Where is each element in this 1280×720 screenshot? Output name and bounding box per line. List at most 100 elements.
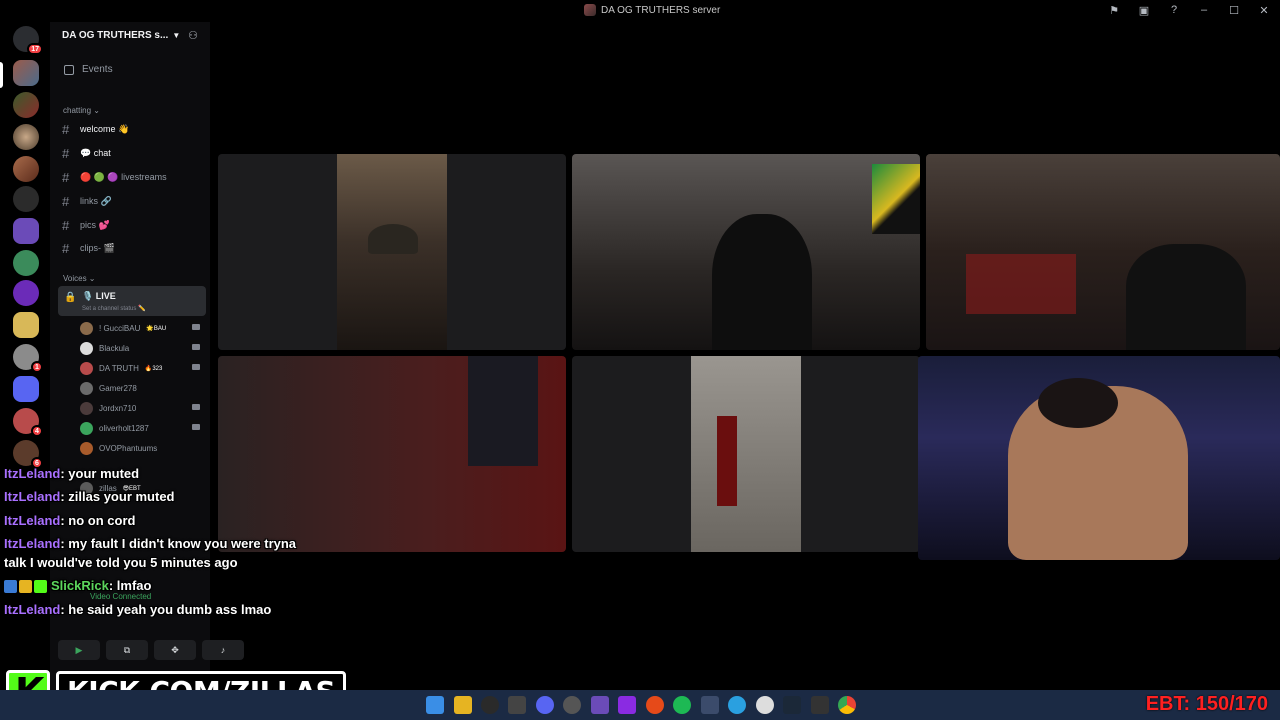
voice-user-name: OVOPhantuums	[99, 443, 158, 453]
windows-taskbar	[0, 690, 1280, 720]
category-chatting[interactable]: chatting ⌄	[63, 106, 100, 115]
lock-icon: 🔒	[64, 292, 77, 303]
channel-chat[interactable]: # 💬 chat	[62, 146, 111, 161]
camera-button[interactable]: ▶	[58, 640, 100, 660]
server-icon	[584, 4, 596, 16]
server-icon-current[interactable]	[13, 60, 39, 86]
voice-user[interactable]: ! GucciBAU 🌟BAU	[80, 320, 200, 336]
server-icon[interactable]: 6	[13, 440, 43, 469]
app-icon[interactable]	[481, 696, 499, 714]
voice-user[interactable]: Gamer278	[80, 380, 200, 396]
server-icon[interactable]	[13, 218, 39, 244]
channel-label: clips- 🎬	[80, 243, 115, 253]
server-icon[interactable]	[13, 92, 39, 118]
app-icon[interactable]	[591, 696, 609, 714]
app-icon[interactable]	[646, 696, 664, 714]
chat-text: lmfao	[116, 578, 152, 593]
voice-connection-panel: Video Connected ▶ ⧉ ✥ ♪	[58, 582, 244, 668]
selected-server-pill	[0, 62, 3, 88]
spotify-icon[interactable]	[673, 696, 691, 714]
avatar	[80, 401, 93, 415]
channel-label: links 🔗	[80, 196, 112, 206]
category-label: chatting	[63, 106, 92, 115]
video-tile[interactable]	[218, 154, 566, 350]
chat-message: ItzLeland: my fault I didn't know you we…	[4, 536, 297, 551]
server-icon[interactable]	[13, 280, 39, 306]
voice-user[interactable]: DA TRUTH 🔥323	[80, 360, 200, 376]
events-item[interactable]: Events	[64, 64, 113, 75]
channel-welcome[interactable]: # welcome 👋	[62, 122, 129, 137]
chat-text: talk I would've told you 5 minutes ago	[4, 555, 238, 570]
avatar	[80, 381, 93, 395]
category-voices[interactable]: Voices ⌄	[63, 274, 96, 283]
chrome-icon[interactable]	[838, 696, 856, 714]
voice-user[interactable]: Blackula	[80, 340, 200, 356]
start-icon[interactable]	[426, 696, 444, 714]
voice-user[interactable]: oliverholt1287	[80, 420, 200, 436]
minimize-button[interactable]: –	[1196, 2, 1212, 18]
server-icon[interactable]: 4	[13, 408, 43, 437]
window-title: DA OG TRUTHERS server	[584, 4, 720, 16]
server-icon[interactable]	[13, 312, 39, 338]
channel-pics[interactable]: # pics 💕	[62, 218, 110, 233]
inbox-icon[interactable]: ⚑	[1106, 2, 1122, 18]
chat-message: ItzLeland: no on cord	[4, 513, 136, 528]
channel-livestreams[interactable]: # 🔴 🟢 🟣 livestreams	[62, 170, 167, 185]
voice-user[interactable]: Jordxn710	[80, 400, 200, 416]
chat-username: ItzLeland	[4, 489, 61, 504]
folder-icon[interactable]	[13, 376, 39, 402]
app-icon[interactable]	[563, 696, 581, 714]
voice-channel-live[interactable]: 🔒 🎙️ LIVE Set a channel status ✏️	[58, 286, 206, 316]
server-icon[interactable]	[13, 186, 39, 212]
avatar	[80, 361, 93, 375]
server-icon[interactable]	[13, 124, 39, 150]
soundboard-button[interactable]: ♪	[202, 640, 244, 660]
channel-clips[interactable]: # clips- 🎬	[62, 241, 115, 256]
app-icon[interactable]	[508, 696, 526, 714]
app-icon[interactable]	[701, 696, 719, 714]
server-icon[interactable]	[13, 156, 39, 182]
screen-share-button[interactable]: ⧉	[106, 640, 148, 660]
camera-icon	[192, 324, 200, 330]
help-icon[interactable]: ?	[1166, 2, 1182, 18]
hash-icon: #	[62, 170, 70, 185]
app-icon[interactable]	[756, 696, 774, 714]
video-tile[interactable]	[572, 356, 920, 552]
video-tile[interactable]	[926, 154, 1280, 350]
chat-username: SlickRick	[51, 578, 109, 593]
chat-message: talk I would've told you 5 minutes ago	[4, 555, 238, 570]
chat-username: ItzLeland	[4, 536, 61, 551]
close-button[interactable]: ✕	[1256, 2, 1272, 18]
screen-icon[interactable]: ▣	[1136, 2, 1152, 18]
server-icon[interactable]	[13, 250, 39, 276]
video-feed	[468, 356, 538, 466]
voice-user[interactable]: OVOPhantuums	[80, 440, 200, 456]
voice-channel-status[interactable]: Set a channel status ✏️	[82, 305, 146, 312]
voice-user-tag: 🌟BAU	[146, 325, 167, 332]
video-feed	[1038, 378, 1118, 428]
add-member-icon[interactable]: ⚇	[188, 29, 198, 42]
app-icon[interactable]	[728, 696, 746, 714]
video-feed	[712, 214, 812, 350]
server-header[interactable]: DA OG TRUTHERS s... ▼ ⚇	[50, 22, 210, 48]
discord-icon[interactable]	[536, 696, 554, 714]
app-icon[interactable]	[618, 696, 636, 714]
direct-messages-icon[interactable]: 17	[13, 26, 43, 55]
file-explorer-icon[interactable]	[454, 696, 472, 714]
video-tile[interactable]	[218, 356, 566, 552]
steam-icon[interactable]	[783, 696, 801, 714]
video-feed	[368, 224, 418, 254]
server-icon[interactable]: 1	[13, 344, 43, 373]
channel-links[interactable]: # links 🔗	[62, 194, 112, 209]
hash-icon: #	[62, 122, 70, 137]
camera-icon	[192, 404, 200, 410]
voice-user-name: oliverholt1287	[99, 423, 149, 433]
camera-icon	[192, 364, 200, 370]
video-tile[interactable]	[572, 154, 920, 350]
chat-message: SlickRick: lmfao	[4, 578, 152, 594]
activities-button[interactable]: ✥	[154, 640, 196, 660]
maximize-button[interactable]: ☐	[1226, 2, 1242, 18]
avatar	[80, 421, 93, 435]
video-tile[interactable]	[918, 356, 1280, 560]
epic-games-icon[interactable]	[811, 696, 829, 714]
